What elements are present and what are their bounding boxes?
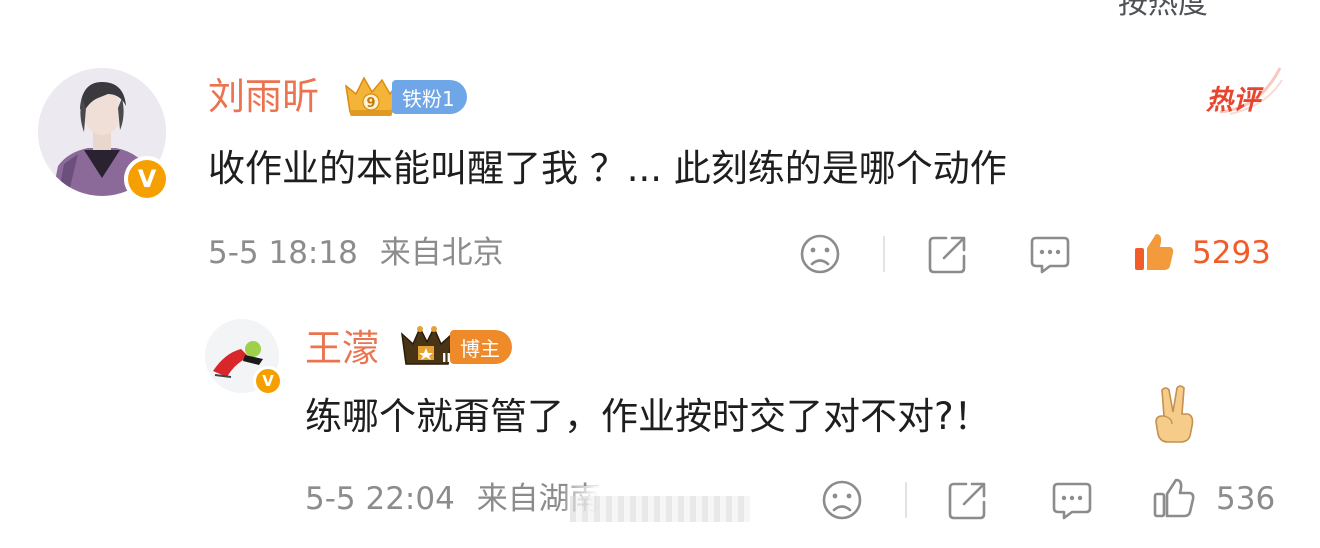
reply-time: 5-5 22:04 [305, 481, 455, 517]
comment-location: 来自北京 [379, 235, 504, 271]
verified-badge-icon: V [124, 156, 170, 202]
reply-text: 练哪个就甭管了，作业按时交了对不对?！ [305, 395, 991, 438]
username[interactable]: 刘雨昕 [208, 78, 319, 115]
victory-hand-icon [1148, 384, 1200, 444]
crown-icon: II [398, 324, 454, 370]
sad-face-icon[interactable] [798, 232, 842, 276]
sort-label[interactable]: 按热度 [1118, 0, 1208, 22]
comment-text: 收作业的本能叫醒了我 ？... 此刻练的是哪个动作 [208, 147, 1007, 190]
share-icon[interactable] [946, 478, 990, 522]
action-divider [883, 236, 885, 272]
fan-level-label: 铁粉1 [392, 80, 467, 114]
comment-bubble-icon[interactable] [1028, 232, 1072, 276]
reply-meta: 5-5 22:04 来自湖南 [305, 484, 601, 515]
reply-verified-badge-icon: V [253, 366, 283, 396]
comment-bubble-icon[interactable] [1050, 478, 1094, 522]
hot-comment-tag: 热评 [1200, 62, 1284, 116]
reply-username[interactable]: 王濛 [305, 330, 379, 367]
thumbs-up-icon[interactable] [1152, 476, 1196, 520]
action-divider [905, 482, 907, 518]
svg-text:9: 9 [366, 96, 375, 111]
like-count: 5293 [1192, 235, 1271, 271]
fan-badge[interactable]: 9 铁粉1 [342, 74, 467, 120]
share-icon[interactable] [926, 232, 970, 276]
crown-icon: 9 [342, 74, 398, 120]
comment-meta: 5-5 18:18 来自北京 [208, 238, 504, 269]
thumbs-up-icon[interactable] [1132, 230, 1176, 274]
host-badge-label: 博主 [450, 330, 512, 364]
reply-like-count: 536 [1216, 481, 1276, 517]
blurred-watermark [560, 486, 760, 532]
host-badge: II 博主 [398, 324, 512, 370]
comment-time: 5-5 18:18 [208, 235, 358, 271]
sad-face-icon[interactable] [820, 478, 864, 522]
